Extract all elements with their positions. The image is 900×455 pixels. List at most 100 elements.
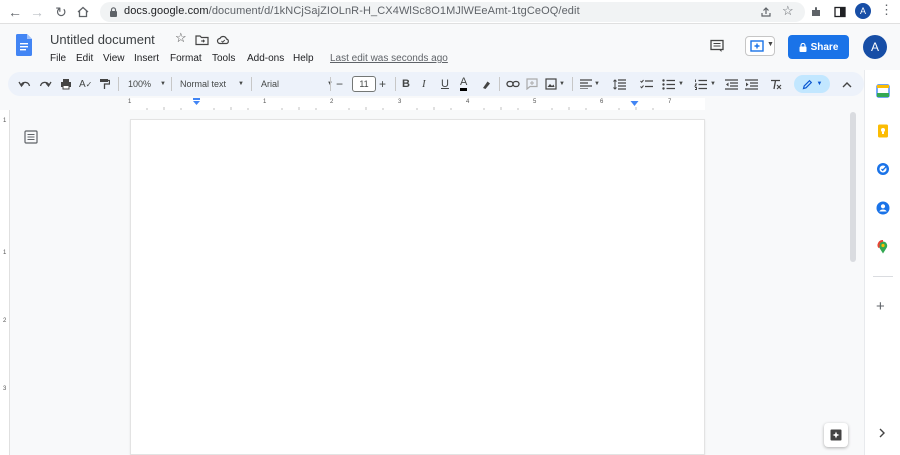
- insert-image-icon[interactable]: ▼: [545, 76, 565, 92]
- present-icon: [750, 40, 764, 52]
- sparkle-icon: [830, 429, 842, 441]
- browser-menu-icon[interactable]: ⋮: [880, 2, 893, 18]
- text-color-button[interactable]: A: [460, 76, 468, 91]
- maps-icon[interactable]: [876, 240, 890, 254]
- collapse-menus-icon[interactable]: [842, 76, 852, 92]
- bulleted-list-icon[interactable]: ▼: [662, 76, 684, 92]
- add-addon-icon[interactable]: +: [876, 298, 885, 315]
- share-button[interactable]: Share: [788, 35, 849, 59]
- url-host: docs.google.com: [124, 5, 209, 17]
- browser-profile-avatar[interactable]: A: [855, 3, 871, 19]
- docs-logo-icon[interactable]: [16, 34, 32, 56]
- back-icon[interactable]: ←: [6, 3, 24, 21]
- checklist-icon[interactable]: [640, 76, 653, 92]
- increase-indent-icon[interactable]: [745, 76, 758, 92]
- font-size-input[interactable]: 11: [352, 76, 376, 92]
- bookmark-star-icon[interactable]: ☆: [782, 3, 794, 19]
- menu-view[interactable]: View: [103, 53, 125, 64]
- chevron-down-icon: ▼: [816, 81, 823, 87]
- docs-header: Untitled document ☆ File Edit View Inser…: [0, 24, 900, 70]
- paint-format-icon[interactable]: [99, 76, 110, 92]
- star-icon[interactable]: ☆: [175, 30, 189, 45]
- address-bar[interactable]: docs.google.com/document/d/1kNCjSajZIOLn…: [100, 2, 805, 22]
- share-page-icon[interactable]: [760, 6, 772, 18]
- keep-icon[interactable]: [876, 124, 890, 138]
- ruler-number: 1: [3, 118, 7, 124]
- share-label: Share: [810, 41, 839, 53]
- zoom-value: 100%: [128, 79, 152, 89]
- font-family-value: Arial: [261, 79, 280, 89]
- zoom-select[interactable]: 100% ▼: [128, 76, 166, 92]
- home-icon[interactable]: [74, 3, 92, 21]
- editing-mode-button[interactable]: ▼: [794, 75, 830, 93]
- forward-icon[interactable]: →: [28, 3, 46, 21]
- horizontal-ruler: 1 1 2 3 4 5 6 7: [0, 98, 860, 110]
- reload-icon[interactable]: ↻: [52, 3, 70, 21]
- explore-button[interactable]: [824, 423, 848, 447]
- pencil-icon: [802, 79, 812, 89]
- insert-link-icon[interactable]: [506, 76, 520, 92]
- bold-button[interactable]: B: [402, 76, 410, 92]
- increase-font-size-button[interactable]: +: [379, 76, 386, 92]
- menu-format[interactable]: Format: [170, 53, 202, 64]
- url-path: /document/d/1kNCjSajZIOLnR-H_CX4WlSc8O1M…: [208, 5, 580, 17]
- lock-icon: [799, 42, 807, 52]
- side-panel-divider: [873, 276, 893, 277]
- chevron-right-icon[interactable]: [878, 428, 886, 438]
- toolbar-divider: [395, 77, 396, 91]
- menu-insert[interactable]: Insert: [134, 53, 159, 64]
- spellcheck-icon[interactable]: A ✓: [79, 76, 92, 92]
- vertical-ruler: 1 1 2 3: [0, 110, 10, 455]
- paragraph-style-select[interactable]: Normal text ▼: [180, 76, 244, 92]
- toolbar-divider: [572, 77, 573, 91]
- toolbar-divider: [171, 77, 172, 91]
- toolbar-divider: [330, 77, 331, 91]
- contacts-icon[interactable]: [876, 201, 890, 215]
- underline-button[interactable]: U: [441, 76, 449, 92]
- chevron-down-icon: ▼: [594, 81, 600, 87]
- line-spacing-icon[interactable]: [613, 76, 626, 92]
- cloud-status-icon[interactable]: [216, 33, 230, 47]
- italic-button[interactable]: I: [422, 76, 426, 92]
- align-left-icon[interactable]: ▼: [580, 76, 600, 92]
- menu-edit[interactable]: Edit: [76, 53, 93, 64]
- highlight-color-icon[interactable]: [481, 76, 492, 92]
- doc-title[interactable]: Untitled document: [50, 32, 155, 47]
- ruler-number: 2: [3, 318, 7, 324]
- menu-file[interactable]: File: [50, 53, 66, 64]
- document-outline-icon[interactable]: [24, 130, 38, 144]
- paragraph-style-value: Normal text: [180, 79, 227, 89]
- side-panel-toggle-icon[interactable]: [834, 6, 846, 18]
- calendar-icon[interactable]: [876, 84, 890, 98]
- decrease-indent-icon[interactable]: [725, 76, 738, 92]
- menu-help[interactable]: Help: [293, 53, 314, 64]
- vertical-scrollbar[interactable]: [850, 112, 856, 262]
- print-icon[interactable]: [60, 76, 72, 92]
- numbered-list-icon[interactable]: ▼: [694, 76, 716, 92]
- toolbar-divider: [499, 77, 500, 91]
- add-comment-icon[interactable]: [526, 76, 538, 92]
- redo-icon[interactable]: [39, 76, 52, 92]
- chevron-down-icon: ▼: [678, 81, 684, 87]
- chevron-down-icon: ▼: [710, 81, 716, 87]
- last-edit-link[interactable]: Last edit was seconds ago: [330, 53, 448, 64]
- undo-icon[interactable]: [18, 76, 31, 92]
- account-avatar[interactable]: A: [863, 35, 887, 59]
- menu-addons[interactable]: Add-ons: [247, 53, 284, 64]
- comment-history-icon[interactable]: [710, 39, 724, 53]
- font-family-select[interactable]: Arial▼: [261, 76, 333, 92]
- chevron-down-icon: ▼: [238, 81, 244, 87]
- side-panel: +: [864, 70, 900, 455]
- document-page[interactable]: [130, 119, 705, 455]
- move-folder-icon[interactable]: [195, 33, 209, 47]
- chevron-down-icon: ▼: [767, 41, 774, 48]
- clear-formatting-icon[interactable]: [770, 76, 782, 92]
- decrease-font-size-button[interactable]: −: [336, 76, 343, 92]
- chevron-down-icon: ▼: [160, 81, 166, 87]
- menu-tools[interactable]: Tools: [212, 53, 235, 64]
- extensions-icon[interactable]: [810, 6, 822, 18]
- toolbar-divider: [251, 77, 252, 91]
- tasks-icon[interactable]: [876, 162, 890, 176]
- lock-icon: [110, 7, 117, 17]
- meet-button[interactable]: ▼: [745, 36, 775, 56]
